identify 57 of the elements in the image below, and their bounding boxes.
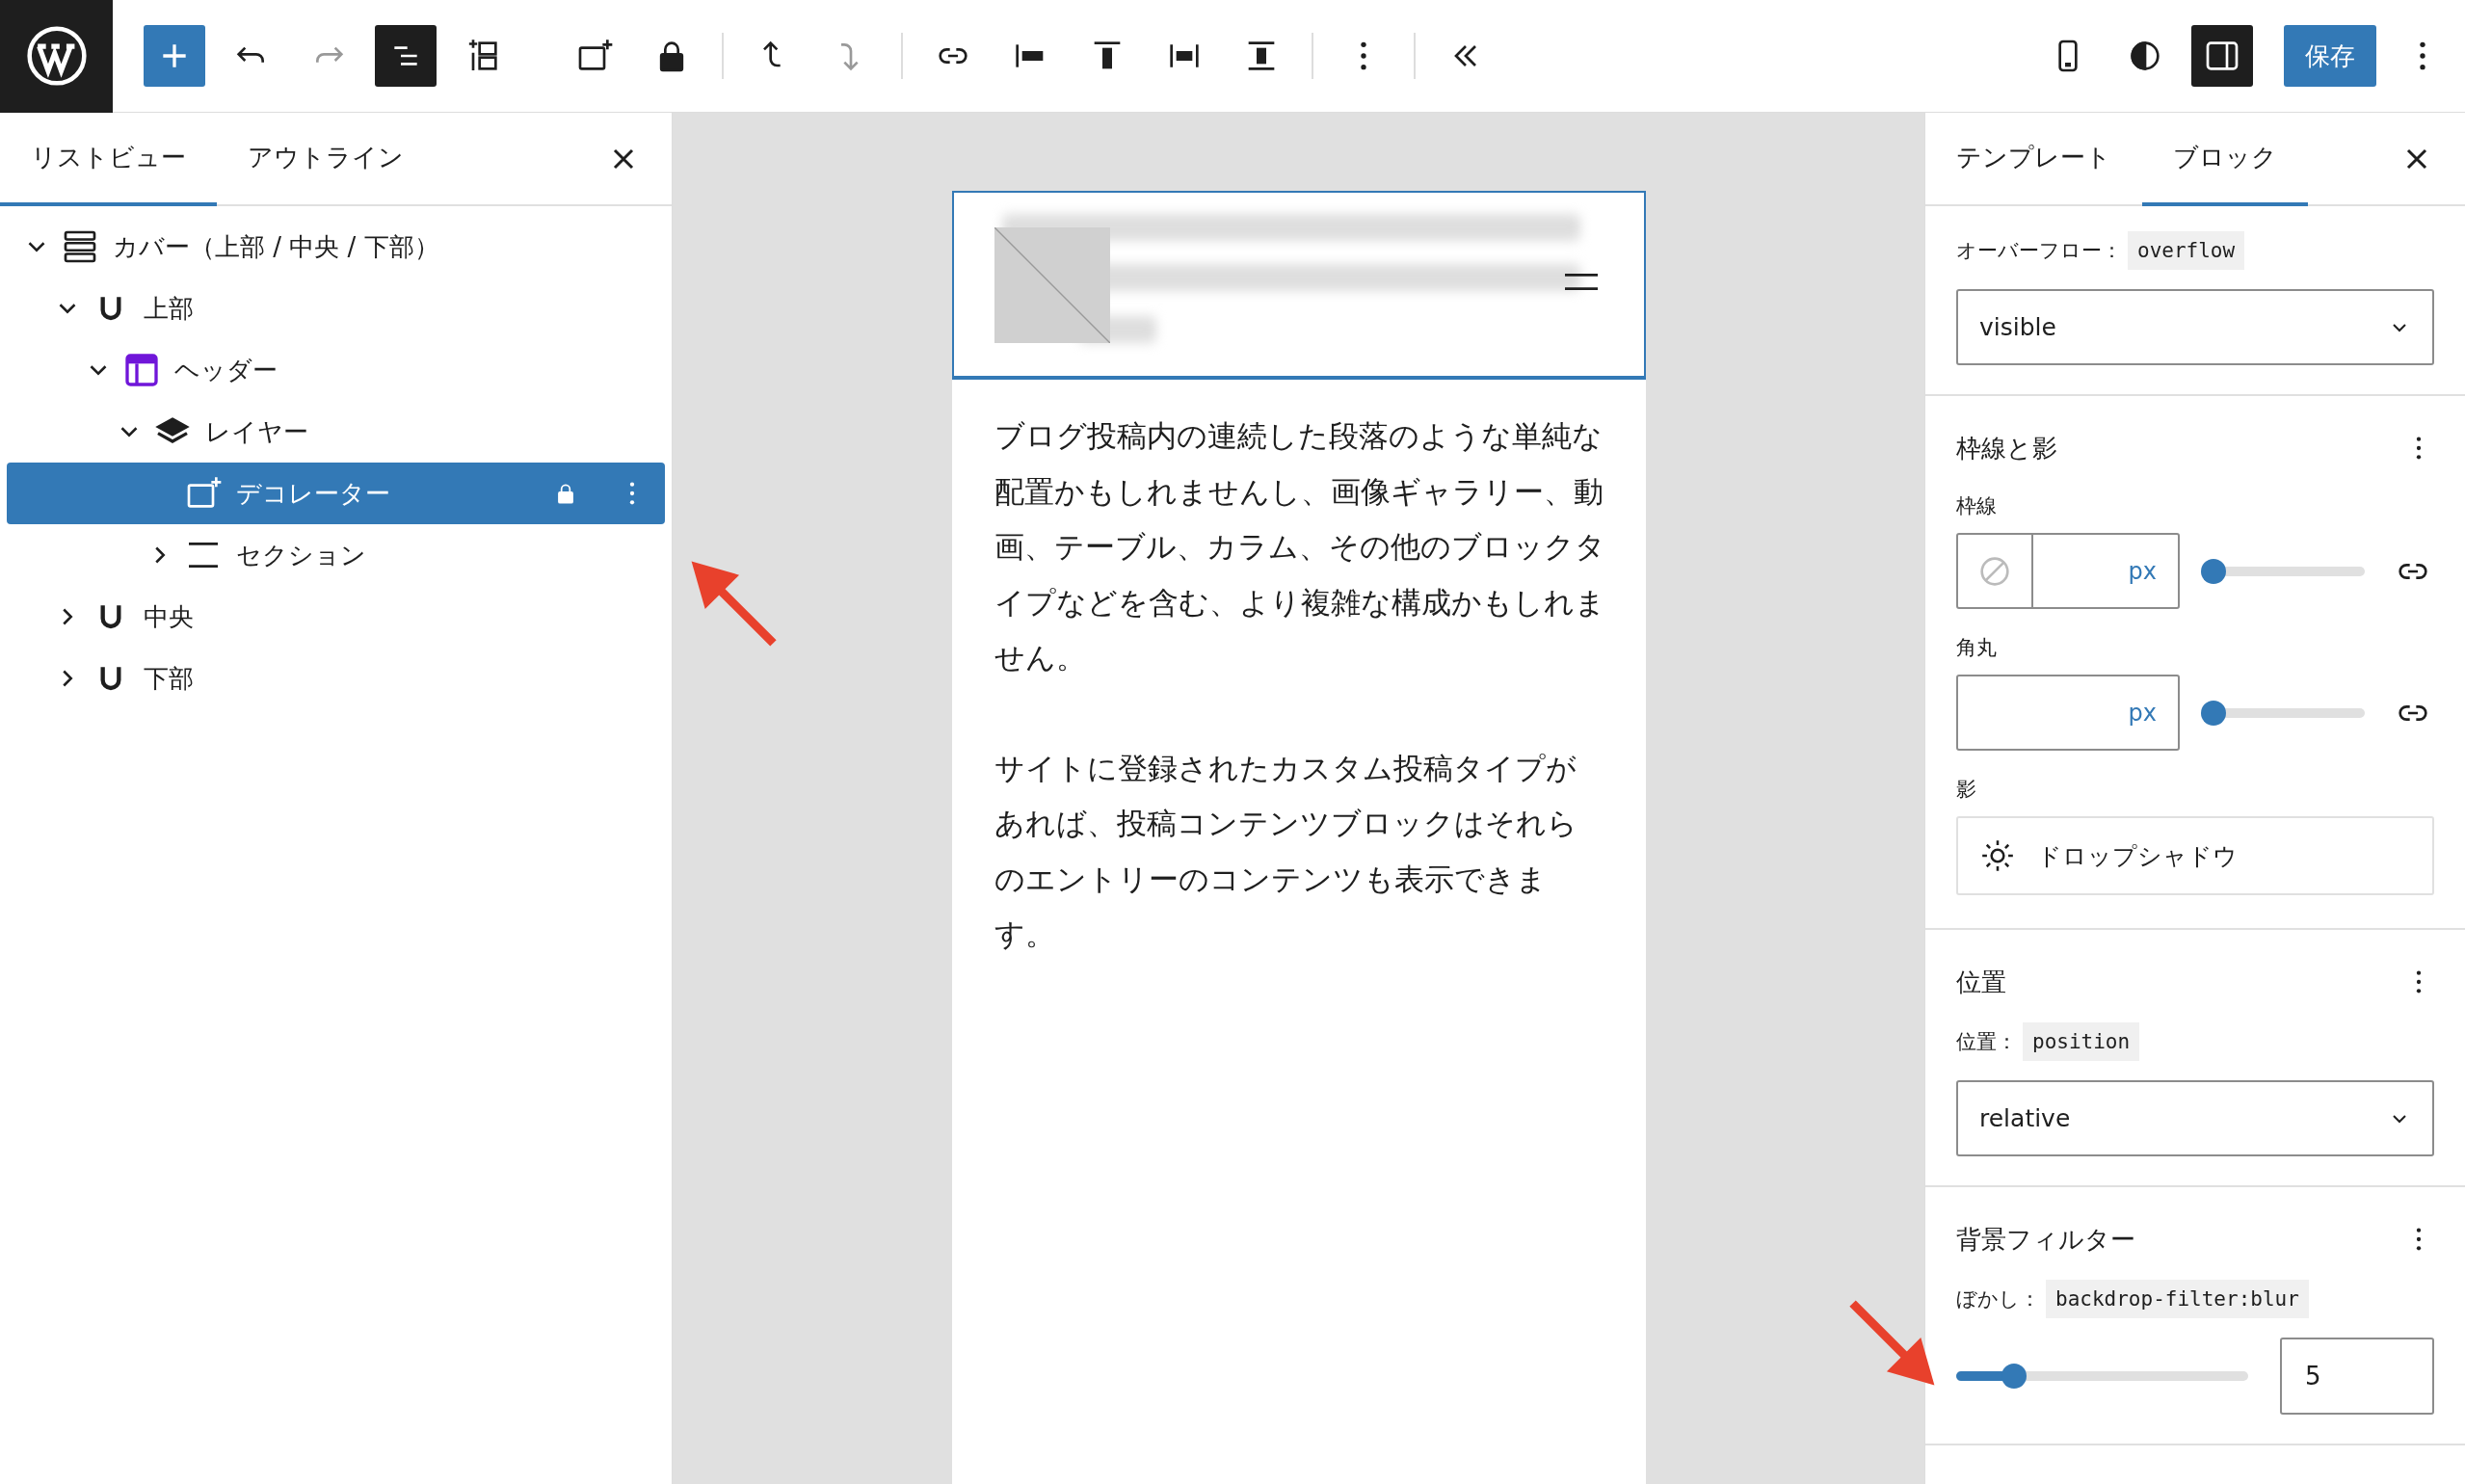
list-view-item[interactable]: 上部 (7, 278, 665, 339)
slider-thumb[interactable] (2001, 1364, 2028, 1389)
item-label: セクション (236, 539, 366, 571)
site-logo[interactable] (0, 0, 113, 113)
slider-thumb[interactable] (2201, 558, 2226, 584)
css-property-label: overflow (2128, 231, 2245, 270)
item-label: カバー（上部 / 中央 / 下部） (113, 230, 439, 263)
header-block[interactable] (951, 191, 1646, 380)
section-title: 枠線と影 (1956, 432, 2058, 464)
section-title: 位置 (1956, 966, 2007, 998)
item-label: 上部 (144, 292, 194, 325)
panel-tab[interactable]: テンプレート (1925, 113, 2142, 206)
item-label: デコレーター (236, 477, 390, 510)
unit-label: px (2128, 699, 2157, 727)
list-view-item[interactable]: デコレーター (7, 463, 665, 524)
border-width-field[interactable]: px (1956, 533, 2180, 609)
paragraph: ブログ投稿内の連続した段落のような単純な配置かもしれませんし、画像ギャラリー、動画、テーブル、カラム、その他のブロックタイプなどを含む、より複雑な構成かもしれません。 (994, 417, 1605, 676)
list-view-button[interactable] (375, 25, 437, 87)
item-label: 下部 (144, 662, 194, 695)
add-button[interactable] (144, 25, 205, 87)
slider[interactable] (2201, 700, 2365, 726)
list-view-item[interactable]: ヘッダー (7, 339, 665, 401)
slider[interactable] (2201, 558, 2365, 584)
sun-icon (1979, 837, 2016, 874)
css-property-label: position (2023, 1022, 2140, 1061)
item-label: ヘッダー (174, 354, 278, 386)
list-view-item[interactable]: レイヤー (7, 401, 665, 463)
menu-icon[interactable] (1564, 274, 1598, 290)
save-button[interactable]: 保存 (2284, 25, 2376, 87)
list-view-item[interactable]: カバー（上部 / 中央 / 下部） (7, 216, 665, 278)
template-part-icon (122, 351, 161, 389)
shadow-button[interactable]: ドロップシャドウ (1956, 816, 2434, 895)
item-label: レイヤー (205, 415, 308, 448)
field-label: 影 (1956, 777, 1977, 803)
radius-field[interactable]: px (1956, 675, 2180, 751)
field-label: ぼかし： (1956, 1286, 2040, 1312)
css-property-label: backdrop-filter:blur (2046, 1280, 2309, 1318)
section-title: 背景フィルター (1956, 1223, 2136, 1256)
paragraph: サイトに登録されたカスタム投稿タイプがあれば、投稿コンテンツブロックはそれらのエントリーのコンテンツも表示できます。 (994, 749, 1578, 953)
panel-tab[interactable]: アウトライン (217, 113, 435, 206)
select-field[interactable]: relative (1956, 1080, 2434, 1156)
list-view-item[interactable]: セクション (7, 524, 665, 586)
slider-thumb[interactable] (2201, 700, 2226, 726)
item-label: 中央 (144, 600, 194, 633)
unit-label: px (2128, 557, 2157, 585)
number-field[interactable]: 5 (2280, 1338, 2434, 1415)
list-view-item[interactable]: 中央 (7, 586, 665, 648)
field-label: 位置： (1956, 1029, 2017, 1055)
panel-tab[interactable]: リストビュー (0, 113, 217, 206)
field-label: 角丸 (1956, 635, 1998, 661)
panel-tab[interactable]: ブロック (2142, 113, 2308, 206)
list-view-item[interactable]: 下部 (7, 648, 665, 709)
slider[interactable] (1956, 1364, 2248, 1389)
field-label: 枠線 (1956, 493, 1998, 519)
sidebar-button[interactable] (2191, 25, 2253, 87)
select-field[interactable]: visible (1956, 289, 2434, 365)
field-label: オーバーフロー： (1956, 238, 2122, 264)
